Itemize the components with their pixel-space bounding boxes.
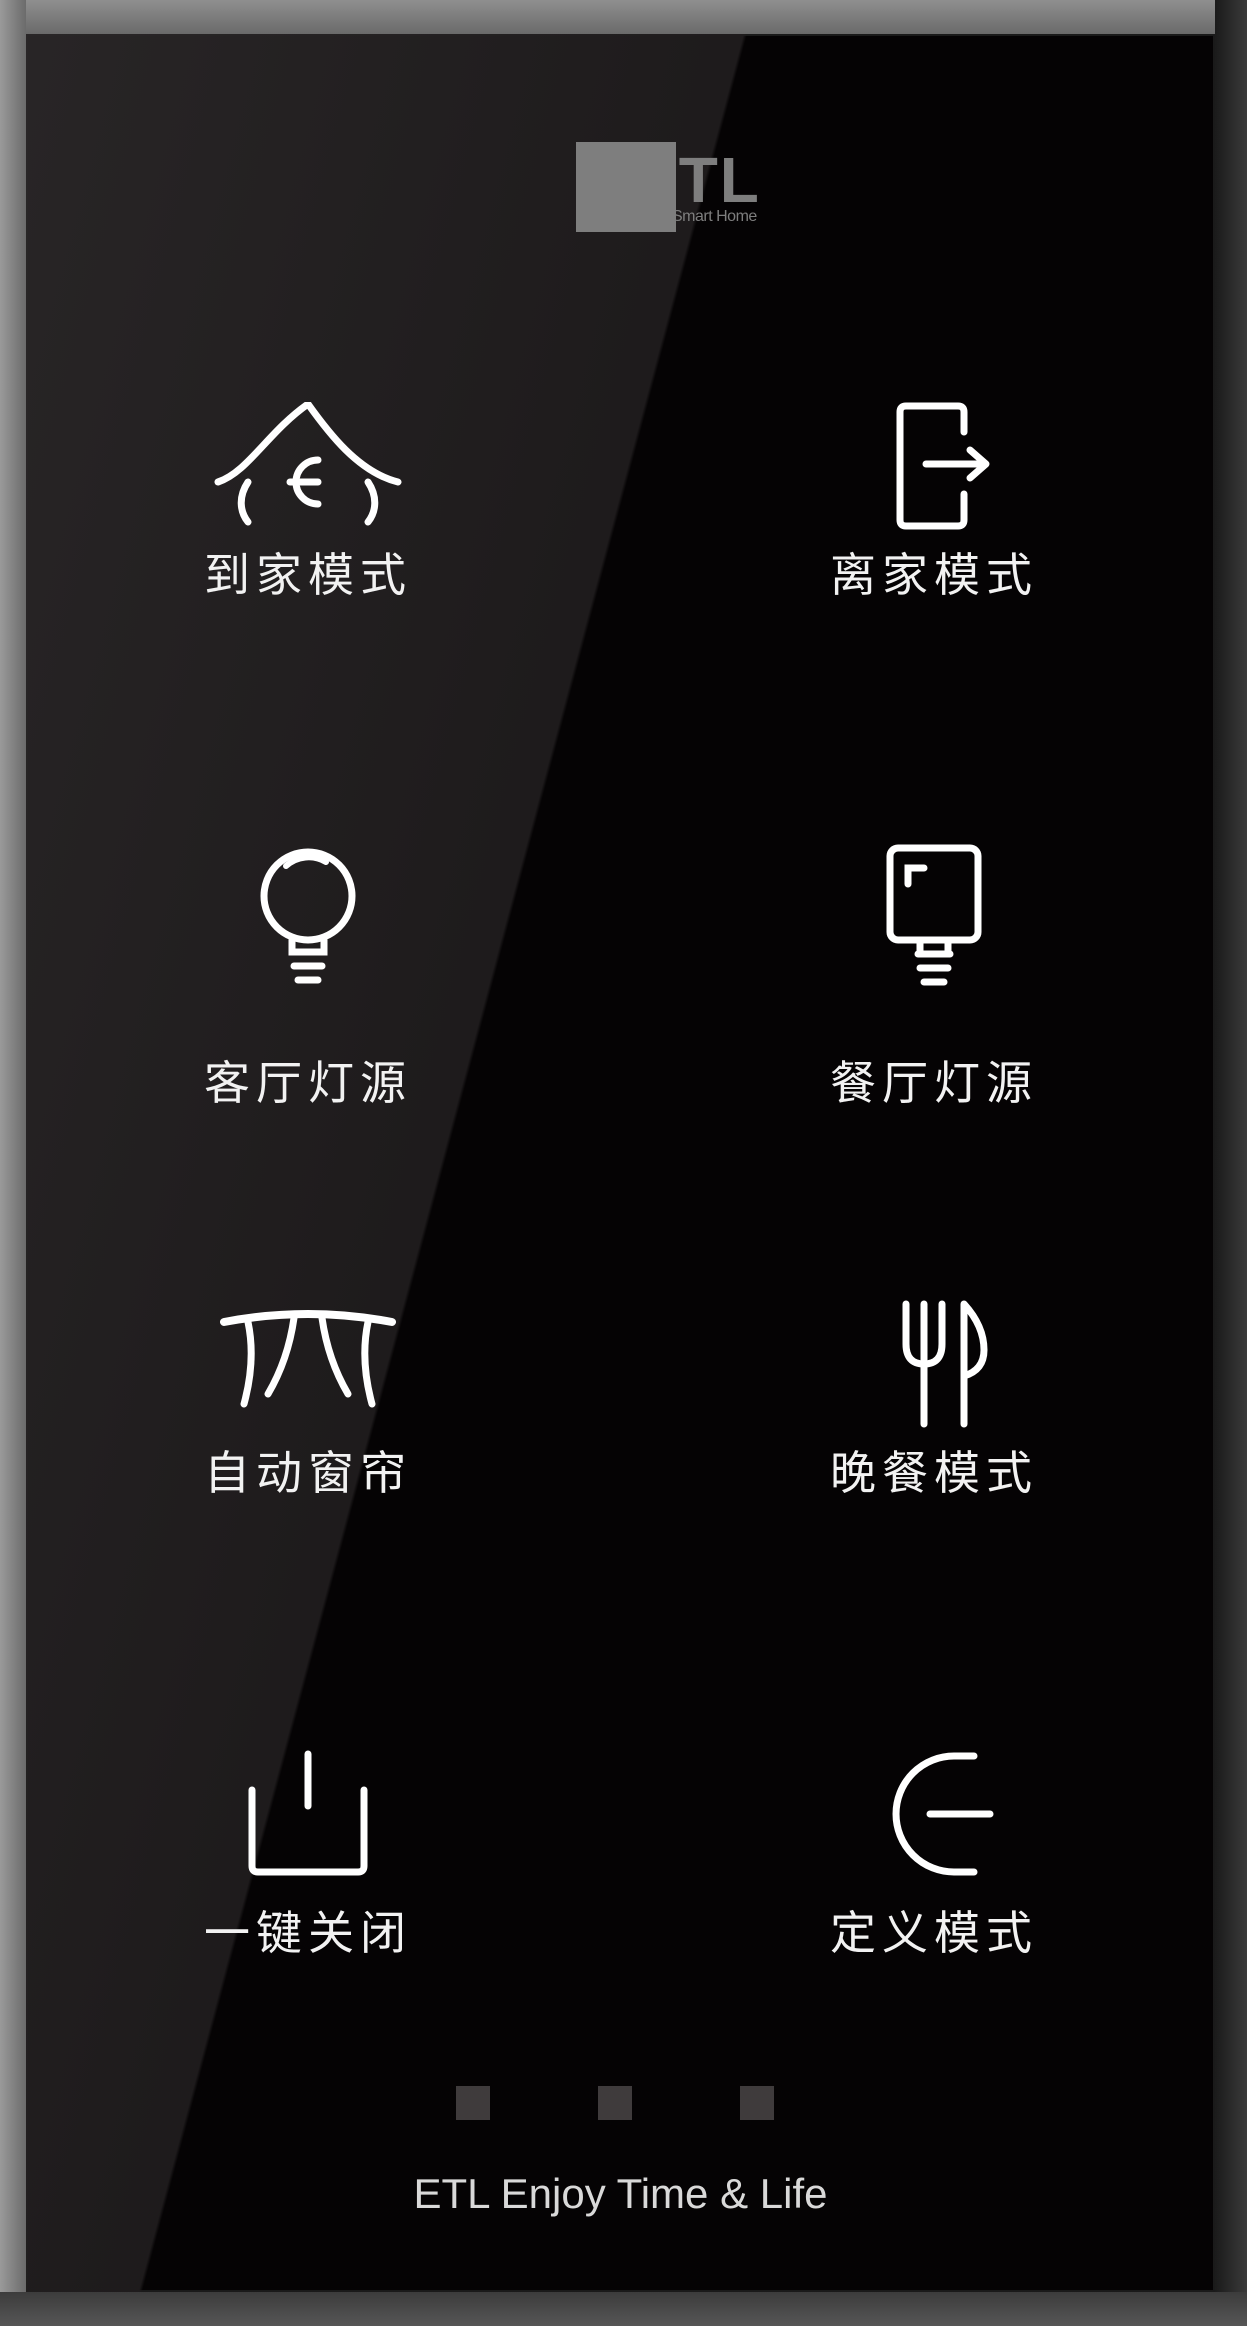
custom-mode-icon	[892, 1752, 994, 1876]
curtain-icon	[220, 1310, 396, 1408]
frame-top	[0, 0, 1247, 34]
bulb-icon	[260, 848, 356, 984]
button-label: 自动窗帘	[204, 1446, 412, 1500]
frame-right	[1215, 0, 1247, 2326]
button-all-off[interactable]: 一键关闭	[178, 1750, 438, 1970]
button-dining-room-light[interactable]: 餐厅灯源	[804, 844, 1064, 1106]
button-leave-home[interactable]: 离家模式	[804, 402, 1064, 622]
logo-brand: ETL	[634, 144, 761, 216]
button-label: 定义模式	[830, 1906, 1038, 1960]
power-off-icon	[248, 1750, 368, 1876]
page-dot[interactable]	[598, 2086, 632, 2120]
button-dinner-mode[interactable]: 晚餐模式	[804, 1300, 1064, 1520]
page-dot[interactable]	[456, 2086, 490, 2120]
button-label: 晚餐模式	[830, 1446, 1038, 1500]
page-indicator	[456, 2086, 786, 2126]
exit-door-icon	[896, 402, 990, 530]
home-arrive-icon	[214, 402, 402, 526]
button-living-room-light[interactable]: 客厅灯源	[178, 844, 438, 1106]
button-auto-curtain[interactable]: 自动窗帘	[178, 1300, 438, 1520]
glass-panel: ETL Smart Home 到家模式 离家模式 客厅灯源 餐厅灯源 自动窗帘 …	[26, 34, 1215, 2292]
brand-tagline: ETL Enjoy Time & Life	[413, 2170, 828, 2217]
button-label: 一键关闭	[204, 1906, 412, 1960]
page-dot[interactable]	[740, 2086, 774, 2120]
button-label: 到家模式	[204, 548, 412, 602]
button-custom-mode[interactable]: 定义模式	[804, 1750, 1064, 1970]
logo-subtitle: Smart Home	[672, 208, 757, 225]
button-arrive-home[interactable]: 到家模式	[178, 402, 438, 622]
lamp-icon	[886, 844, 982, 986]
brand-logo: ETL Smart Home	[576, 142, 806, 262]
button-label: 客厅灯源	[204, 1056, 412, 1110]
button-label: 餐厅灯源	[830, 1056, 1038, 1110]
smart-switch-panel: ETL Smart Home 到家模式 离家模式 客厅灯源 餐厅灯源 自动窗帘 …	[0, 0, 1247, 2326]
frame-left	[0, 0, 26, 2326]
dinner-icon	[902, 1300, 988, 1428]
button-label: 离家模式	[830, 548, 1038, 602]
frame-bottom	[0, 2292, 1247, 2326]
